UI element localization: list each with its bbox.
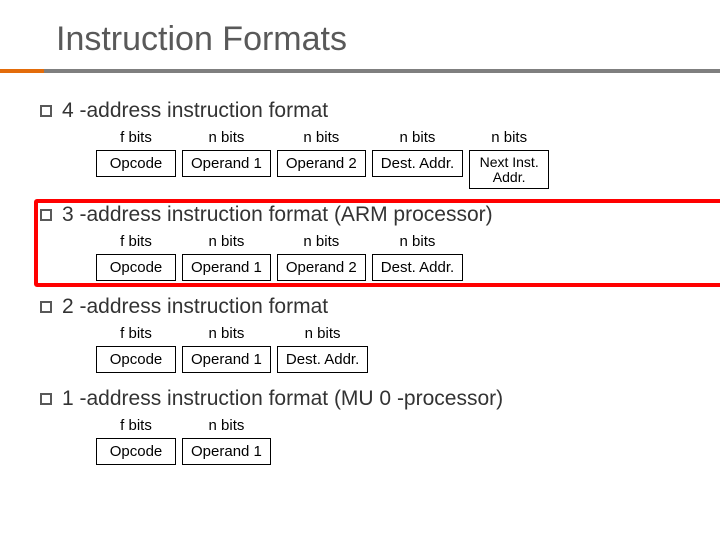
bullet-icon	[40, 105, 52, 117]
field-box: Operand 1	[182, 150, 271, 177]
field-operand-1: n bits Operand 1	[182, 417, 271, 465]
field-box: Opcode	[96, 150, 176, 177]
field-box: Operand 2	[277, 254, 366, 281]
slide: Instruction Formats 4 -address instructi…	[0, 0, 720, 540]
field-label: n bits	[209, 233, 245, 250]
section-heading-row: 4 -address instruction format	[40, 99, 700, 123]
field-label: n bits	[400, 129, 436, 146]
field-operand-1: n bits Operand 1	[182, 129, 271, 189]
section-4-address: 4 -address instruction format f bits Opc…	[40, 99, 700, 189]
field-box: Operand 2	[277, 150, 366, 177]
content: 4 -address instruction format f bits Opc…	[0, 99, 720, 465]
field-row: f bits Opcode n bits Operand 1 n bits Op…	[40, 129, 700, 189]
bullet-icon	[40, 301, 52, 313]
field-row: f bits Opcode n bits Operand 1	[40, 417, 700, 465]
field-row: f bits Opcode n bits Operand 1 n bits De…	[40, 325, 700, 373]
field-label: f bits	[120, 233, 152, 250]
field-opcode: f bits Opcode	[96, 129, 176, 189]
field-box: Opcode	[96, 254, 176, 281]
page-title: Instruction Formats	[0, 20, 720, 69]
field-label: n bits	[303, 233, 339, 250]
field-dest-addr: n bits Dest. Addr.	[372, 129, 463, 189]
field-box: Opcode	[96, 346, 176, 373]
field-label: f bits	[120, 325, 152, 342]
accent-bar	[0, 69, 44, 73]
field-dest-addr: n bits Dest. Addr.	[372, 233, 463, 281]
section-3-address: 3 -address instruction format (ARM proce…	[40, 203, 700, 281]
section-heading-row: 1 -address instruction format (MU 0 -pro…	[40, 387, 700, 411]
field-operand-2: n bits Operand 2	[277, 233, 366, 281]
field-box: Dest. Addr.	[372, 150, 463, 177]
section-heading: 2 -address instruction format	[62, 295, 328, 319]
section-heading: 4 -address instruction format	[62, 99, 328, 123]
field-label: f bits	[120, 129, 152, 146]
field-box: Operand 1	[182, 346, 271, 373]
field-box: Operand 1	[182, 438, 271, 465]
field-opcode: f bits Opcode	[96, 325, 176, 373]
title-underline	[0, 69, 720, 73]
field-box: Opcode	[96, 438, 176, 465]
field-box: Next Inst. Addr.	[469, 150, 549, 189]
field-label: n bits	[209, 129, 245, 146]
field-operand-1: n bits Operand 1	[182, 325, 271, 373]
section-heading-row: 2 -address instruction format	[40, 295, 700, 319]
field-label: n bits	[400, 233, 436, 250]
field-opcode: f bits Opcode	[96, 233, 176, 281]
field-next-inst-addr: n bits Next Inst. Addr.	[469, 129, 549, 189]
field-box: Dest. Addr.	[372, 254, 463, 281]
field-label: n bits	[303, 129, 339, 146]
bullet-icon	[40, 393, 52, 405]
field-row: f bits Opcode n bits Operand 1 n bits Op…	[40, 233, 700, 281]
field-operand-1: n bits Operand 1	[182, 233, 271, 281]
section-heading-row: 3 -address instruction format (ARM proce…	[40, 203, 700, 227]
field-operand-2: n bits Operand 2	[277, 129, 366, 189]
field-opcode: f bits Opcode	[96, 417, 176, 465]
field-box: Dest. Addr.	[277, 346, 368, 373]
bullet-icon	[40, 209, 52, 221]
field-box: Operand 1	[182, 254, 271, 281]
section-1-address: 1 -address instruction format (MU 0 -pro…	[40, 387, 700, 465]
section-heading: 1 -address instruction format (MU 0 -pro…	[62, 387, 503, 411]
field-label: n bits	[209, 417, 245, 434]
field-label: n bits	[491, 129, 527, 146]
field-label: n bits	[209, 325, 245, 342]
field-label: n bits	[305, 325, 341, 342]
section-heading: 3 -address instruction format (ARM proce…	[62, 203, 493, 227]
underline-bar	[44, 69, 720, 73]
field-dest-addr: n bits Dest. Addr.	[277, 325, 368, 373]
section-2-address: 2 -address instruction format f bits Opc…	[40, 295, 700, 373]
field-label: f bits	[120, 417, 152, 434]
